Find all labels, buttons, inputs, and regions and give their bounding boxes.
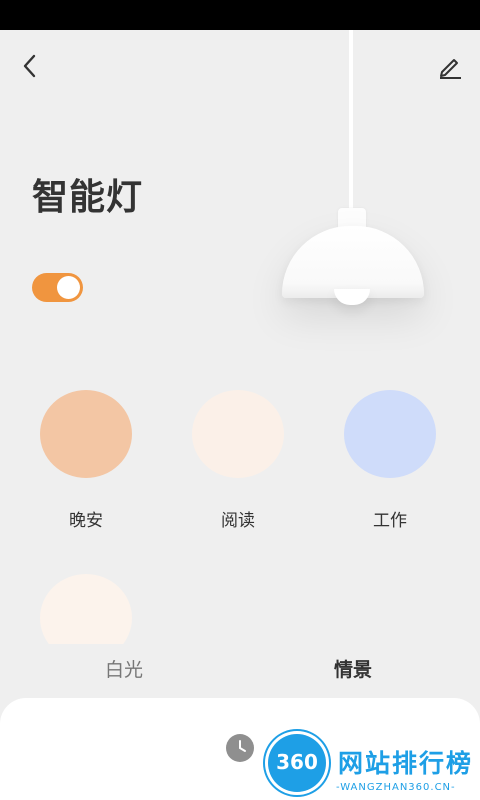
mode-tabs: 白光 情景 <box>0 650 480 686</box>
status-bar <box>0 0 480 30</box>
lamp-shade <box>282 226 424 298</box>
scene-item-partial[interactable] <box>21 574 151 644</box>
clock-hands <box>239 740 246 752</box>
tab-scene[interactable]: 情景 <box>334 655 372 682</box>
scene-label: 晚安 <box>69 511 103 531</box>
scene-color-swatch <box>344 390 436 478</box>
scene-item-reading[interactable]: 阅读 <box>173 390 303 531</box>
clock-icon[interactable] <box>226 734 254 762</box>
watermark-number: 360 <box>276 750 318 774</box>
scene-label: 工作 <box>373 511 407 531</box>
scene-color-swatch <box>40 574 132 644</box>
scene-item-goodnight[interactable]: 晚安 <box>21 390 151 531</box>
toggle-knob <box>57 276 80 299</box>
power-toggle[interactable] <box>32 273 83 302</box>
page-title: 智能灯 <box>32 177 144 218</box>
scene-color-swatch <box>40 390 132 478</box>
watermark-subtitle: -WANGZHAN360.CN- <box>336 782 456 793</box>
tab-white-light[interactable]: 白光 <box>105 655 143 682</box>
back-button[interactable] <box>10 46 50 86</box>
pencil-icon <box>440 59 461 79</box>
scene-label: 阅读 <box>221 511 255 531</box>
chevron-left-icon <box>23 54 36 78</box>
scene-color-swatch <box>192 390 284 478</box>
lamp-bulb <box>334 289 370 305</box>
edit-button[interactable] <box>430 46 470 86</box>
watermark-title: 网站排行榜 <box>338 749 474 778</box>
lamp-cord <box>349 30 353 212</box>
scene-item-work[interactable]: 工作 <box>325 390 455 531</box>
